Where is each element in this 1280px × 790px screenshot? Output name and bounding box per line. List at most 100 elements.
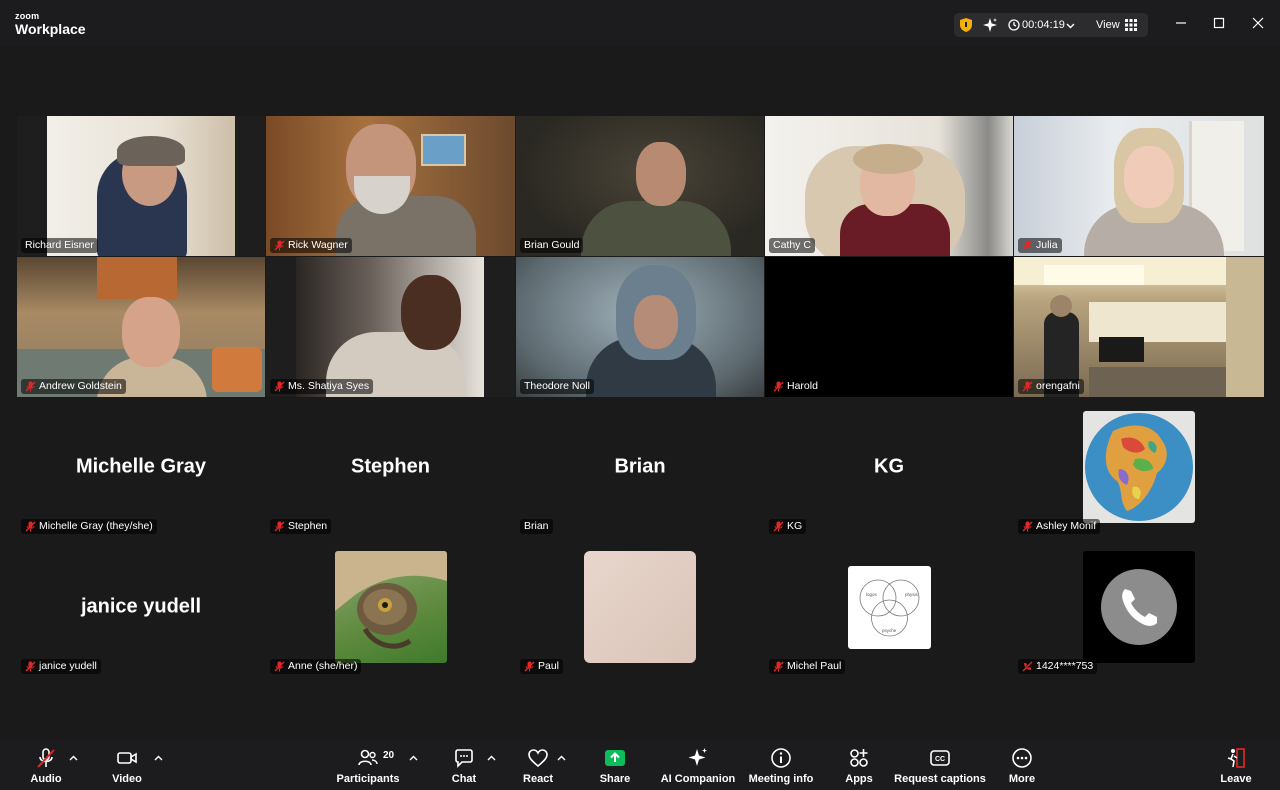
phone-muted-icon [1022, 661, 1033, 672]
meeting-info-button[interactable]: Meeting info [749, 739, 813, 790]
participant-name: Brian [520, 519, 553, 534]
mic-muted-icon [274, 381, 285, 392]
minimize-icon[interactable] [1172, 14, 1190, 32]
participant-tile[interactable]: Ms. Shatiya Syes [266, 257, 515, 397]
meeting-status-pill: 00:04:19 View [954, 13, 1148, 37]
mic-muted-icon [274, 661, 285, 672]
participant-tile[interactable]: Julia [1014, 116, 1264, 256]
brand-name: Workplace [15, 21, 86, 37]
participant-tile[interactable]: Michelle Gray Michelle Gray (they/she) [17, 397, 265, 537]
video-feed [266, 116, 515, 256]
participant-name: Andrew Goldstein [21, 379, 126, 394]
participant-tile[interactable]: Cathy C [765, 116, 1013, 256]
mic-muted-icon [1022, 240, 1033, 251]
mic-muted-icon [1022, 521, 1033, 532]
participant-name: Anne (she/her) [270, 659, 362, 674]
avatar: logos physis psyche [848, 566, 931, 649]
mic-muted-icon [773, 521, 784, 532]
brand-small: zoom [15, 11, 40, 21]
participant-name: Rick Wagner [270, 238, 352, 253]
video-feed [1014, 257, 1264, 397]
globe-avatar-image [1085, 413, 1193, 521]
chevron-up-icon[interactable] [154, 754, 163, 763]
participant-tile[interactable]: Ashley Monif [1014, 397, 1264, 537]
video-feed [17, 257, 265, 397]
participant-name: Julia [1018, 238, 1062, 253]
apps-button[interactable]: Apps [841, 739, 877, 790]
participant-tile[interactable]: Rick Wagner [266, 116, 515, 256]
participant-tile[interactable]: Brian Gould [516, 116, 764, 256]
participants-icon [358, 749, 378, 766]
participant-tile[interactable]: janice yudell janice yudell [17, 537, 265, 677]
participant-tile[interactable]: Harold [765, 257, 1013, 397]
shield-icon[interactable] [960, 18, 972, 32]
participant-name: 1424****753 [1018, 659, 1098, 674]
info-icon [771, 748, 791, 768]
avatar [1083, 551, 1195, 663]
chevron-up-icon[interactable] [557, 754, 566, 763]
video-feed [17, 116, 265, 256]
app-logo: zoom Workplace [15, 11, 86, 37]
participant-tile[interactable]: Brian Brian [516, 397, 764, 537]
video-feed [516, 257, 764, 397]
participant-tile[interactable]: 1424****753 [1014, 537, 1264, 677]
more-button[interactable]: More [1004, 739, 1040, 790]
participant-tile[interactable]: Stephen Stephen [266, 397, 515, 537]
heart-icon [528, 749, 548, 768]
participant-name: KG [769, 519, 807, 534]
close-icon[interactable] [1249, 14, 1267, 32]
video-feed [765, 116, 1013, 256]
clock-icon [1008, 19, 1020, 31]
leave-icon [1227, 748, 1245, 768]
mic-muted-icon [25, 521, 36, 532]
participant-tile[interactable]: KG KG [765, 397, 1013, 537]
sparkle-icon [688, 748, 707, 766]
participant-tile[interactable]: Richard Eisner [17, 116, 265, 256]
captions-icon: CC [930, 750, 950, 766]
apps-icon [850, 749, 868, 767]
audio-button[interactable]: Audio [28, 739, 64, 790]
chevron-down-icon[interactable] [1066, 21, 1075, 30]
participant-display-name: janice yudell [80, 595, 202, 618]
sparkle-icon[interactable] [982, 17, 998, 33]
participant-name: Stephen [270, 519, 332, 534]
mic-muted-icon [37, 748, 55, 768]
participant-tile-active-speaker[interactable]: orengafni [1014, 257, 1264, 397]
participant-tile[interactable]: Andrew Goldstein [17, 257, 265, 397]
share-button[interactable]: Share [597, 739, 633, 790]
chat-button[interactable]: Chat [447, 739, 481, 790]
chevron-up-icon[interactable] [409, 754, 418, 763]
chevron-up-icon[interactable] [487, 754, 496, 763]
participant-name: Paul [520, 659, 564, 674]
ai-companion-button[interactable]: AI Companion [661, 739, 735, 790]
participant-tile[interactable]: Paul [516, 537, 764, 677]
venn-label-b: physis [905, 592, 919, 597]
chat-icon [455, 749, 473, 768]
react-button[interactable]: React [520, 739, 556, 790]
leave-button[interactable]: Leave [1218, 739, 1254, 790]
view-button[interactable]: View [1096, 19, 1120, 31]
maximize-icon[interactable] [1210, 14, 1228, 32]
participant-name: Cathy C [769, 238, 815, 253]
video-feed [516, 116, 764, 256]
participants-button[interactable]: Participants [337, 739, 399, 790]
participant-tile[interactable]: logos physis psyche Michel Paul [765, 537, 1013, 677]
chevron-up-icon[interactable] [69, 754, 78, 763]
grid-icon[interactable] [1125, 19, 1137, 31]
meeting-timer[interactable]: 00:04:19 [1022, 19, 1065, 31]
participant-name: Michelle Gray (they/she) [21, 519, 157, 534]
video-button[interactable]: Video [108, 739, 146, 790]
video-camera-icon [117, 752, 137, 764]
participant-display-name: Michelle Gray [75, 455, 207, 478]
participant-name: Ms. Shatiya Syes [270, 379, 374, 394]
avatar [1083, 411, 1195, 523]
participant-name: Harold [769, 379, 822, 394]
participant-name: orengafni [1018, 379, 1084, 394]
participant-tile[interactable]: Theodore Noll [516, 257, 764, 397]
mic-muted-icon [1022, 381, 1033, 392]
venn-label-c: psyche [882, 628, 897, 633]
participant-tile[interactable]: Anne (she/her) [266, 537, 515, 677]
meeting-toolbar: Audio Video Participants 20 Chat React S… [0, 739, 1280, 790]
participant-name: Theodore Noll [520, 379, 594, 394]
request-captions-button[interactable]: CC Request captions [894, 739, 986, 790]
